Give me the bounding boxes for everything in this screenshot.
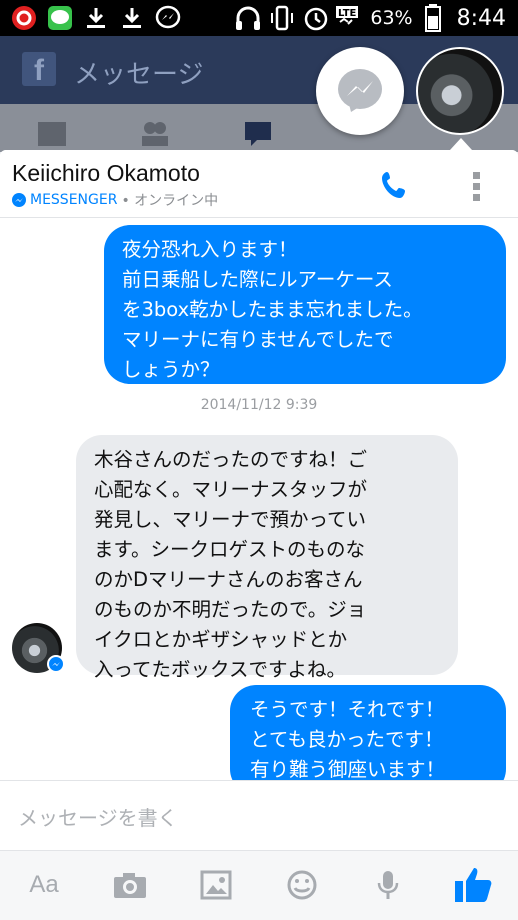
messenger-icon — [338, 69, 382, 112]
lte-label: LTE — [338, 8, 357, 19]
text-size-button[interactable]: Aa — [22, 865, 66, 905]
outgoing-message[interactable]: 夜分恐れ入ります！ 前日乗船した際にルアーケース を3box乾かしたまま忘れまし… — [104, 225, 506, 384]
composer-toolbar: Aa — [0, 850, 518, 920]
image-icon — [200, 870, 232, 900]
photo-gallery-button[interactable] — [194, 865, 238, 905]
message-input[interactable] — [18, 801, 498, 835]
presence-label: • オンライン中 — [121, 193, 219, 209]
conversation-panel: Keiichiro Okamoto MESSENGER • オンライン中 夜分恐… — [0, 150, 518, 920]
messenger-chathead-button[interactable] — [316, 47, 404, 135]
download-icon — [82, 4, 110, 32]
status-bar: LTE 63% 8:44 — [0, 0, 518, 36]
incoming-message[interactable]: 木谷さんのだったのですね！ご 心配なく。マリーナスタッフが 発見し、マリーナで預… — [76, 435, 458, 681]
lte-signal-icon: LTE — [336, 4, 364, 32]
vibrate-icon — [268, 4, 296, 32]
alarm-icon — [302, 4, 330, 32]
microphone-icon — [377, 871, 399, 899]
outgoing-message[interactable]: そうです！それです！ とても良かったです！ 有り難う御座います！ — [230, 685, 506, 795]
contact-chathead-avatar[interactable] — [416, 47, 504, 135]
battery-percent: 63% — [370, 7, 413, 29]
message-list: 夜分恐れ入ります！ 前日乗船した際にルアーケース を3box乾かしたまま忘れまし… — [0, 219, 518, 795]
contact-status-line: MESSENGER • オンライン中 — [12, 190, 218, 210]
clock: 8:44 — [456, 5, 506, 31]
more-options-button[interactable] — [462, 166, 492, 206]
like-button[interactable] — [452, 865, 496, 905]
security-app-icon — [10, 4, 38, 32]
more-vertical-icon — [473, 172, 480, 201]
messenger-notification-icon — [154, 4, 182, 32]
chathead-pointer — [450, 138, 472, 150]
contact-name[interactable]: Keiichiro Okamoto — [12, 160, 200, 187]
message-timestamp: 2014/11/12 9:39 — [200, 397, 318, 413]
line-app-icon — [46, 4, 74, 32]
emoji-button[interactable] — [280, 865, 324, 905]
camera-icon — [114, 873, 146, 898]
messenger-badge-icon — [47, 655, 65, 673]
battery-icon — [419, 4, 447, 32]
message-composer — [0, 780, 518, 850]
headphones-icon — [234, 4, 262, 32]
messenger-label: MESSENGER — [30, 192, 118, 208]
thumbs-up-icon — [455, 868, 492, 902]
conversation-header: Keiichiro Okamoto MESSENGER • オンライン中 — [0, 150, 518, 218]
voice-record-button[interactable] — [366, 865, 410, 905]
phone-icon — [382, 172, 405, 198]
messages-icon — [243, 118, 275, 148]
news-feed-icon — [36, 118, 68, 148]
call-button[interactable] — [376, 166, 416, 206]
facebook-logo: f — [22, 52, 56, 87]
facebook-page-title: メッセージ — [74, 60, 204, 90]
smiley-icon — [287, 870, 317, 900]
messenger-small-icon — [12, 193, 26, 207]
download-icon — [118, 4, 146, 32]
friends-icon — [138, 118, 170, 148]
camera-button[interactable] — [108, 865, 152, 905]
